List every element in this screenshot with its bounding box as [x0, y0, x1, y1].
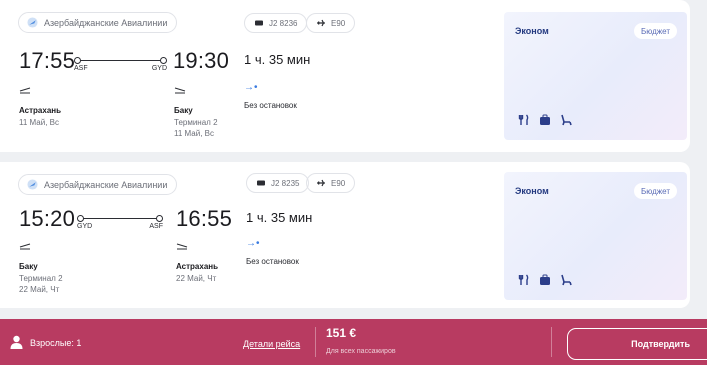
airline-name: Азербайджанские Авиалинии [44, 17, 168, 28]
nonstop-arrow-icon: →• [246, 238, 260, 249]
departure-date: 22 Май, Чт [19, 285, 60, 294]
route-line: ASF GYD [74, 56, 167, 72]
arrival-time: 16:55 [176, 206, 233, 231]
departure-date: 11 Май, Вс [19, 118, 59, 127]
confirm-button[interactable]: Подтвердить [567, 328, 707, 360]
arrival-city: Астрахань [176, 262, 219, 271]
airline-pill: Азербайджанские Авиалинии [18, 12, 178, 33]
departure-terminal: Терминал 2 [19, 274, 63, 283]
departure-city: Астрахань [19, 106, 62, 115]
route-line: GYD ASF [77, 214, 163, 230]
stops-info: Без остановок [246, 257, 299, 266]
baggage-icon [540, 114, 550, 125]
departure-city: Баку [19, 262, 38, 271]
aircraft-type: E90 [331, 178, 346, 188]
price-note: Для всех пассажиров [326, 348, 396, 355]
airline-pill: Азербайджанские Авиалинии [18, 174, 178, 195]
flight-duration: 1 ч. 35 мин [244, 52, 311, 67]
meal-icon [518, 114, 529, 125]
arrival-plane-icon [176, 243, 188, 250]
flight-number: J2 8235 [271, 178, 300, 188]
passenger-count[interactable]: Взрослые: 1 [30, 338, 81, 348]
arrival-code: ASF [149, 223, 163, 230]
nonstop-arrow-icon: →• [244, 82, 258, 93]
ticket-icon [255, 20, 263, 26]
seat-icon [561, 274, 572, 286]
aircraft-type: E90 [331, 18, 346, 28]
booking-footer: Взрослые: 1 Детали рейса 151 € Для всех … [0, 319, 707, 365]
flight-card-outbound: Азербайджанские Авиалинии J2 8236 E90 17… [0, 0, 690, 152]
fare-class: Эконом [515, 186, 549, 196]
flight-duration: 1 ч. 35 мин [246, 210, 313, 225]
airline-name: Азербайджанские Авиалинии [44, 179, 168, 190]
departure-plane-icon [19, 243, 31, 250]
airplane-icon [317, 19, 325, 27]
departure-code: GYD [77, 223, 93, 230]
departure-time: 15:20 [19, 206, 76, 231]
fare-class: Эконом [515, 26, 549, 36]
aircraft-tag: E90 [306, 173, 356, 193]
user-icon [10, 335, 23, 349]
arrival-plane-icon [174, 87, 186, 94]
flight-number-tag: J2 8236 [244, 13, 308, 33]
arrival-city: Баку [174, 106, 193, 115]
fare-badge: Бюджет [634, 23, 677, 39]
airline-logo-icon [27, 179, 38, 190]
airline-logo-icon [27, 17, 38, 28]
fare-option-card[interactable]: Эконом Бюджет [504, 172, 687, 300]
stops-info: Без остановок [244, 101, 297, 110]
airplane-icon [317, 179, 325, 187]
departure-plane-icon [19, 87, 31, 94]
arrival-date: 22 Май, Чт [176, 274, 217, 283]
arrival-code: GYD [151, 65, 167, 72]
departure-code: ASF [74, 65, 88, 72]
meal-icon [518, 274, 529, 285]
arrival-terminal: Терминал 2 [174, 118, 218, 127]
flight-card-return: Азербайджанские Авиалинии J2 8235 E90 15… [0, 162, 690, 308]
fare-badge: Бюджет [634, 183, 677, 199]
arrival-time: 19:30 [173, 48, 230, 73]
arrival-date: 11 Май, Вс [174, 129, 214, 138]
flight-number: J2 8236 [269, 18, 298, 28]
seat-icon [561, 114, 572, 126]
ticket-icon [257, 180, 265, 186]
baggage-icon [540, 274, 550, 285]
flight-details-link[interactable]: Детали рейса [243, 339, 300, 349]
footer-divider [315, 327, 316, 357]
fare-option-card[interactable]: Эконом Бюджет [504, 12, 687, 140]
total-price: 151 € [326, 326, 357, 340]
aircraft-tag: E90 [306, 13, 356, 33]
flight-number-tag: J2 8235 [246, 173, 310, 193]
departure-time: 17:55 [19, 48, 76, 73]
footer-divider [551, 327, 552, 357]
